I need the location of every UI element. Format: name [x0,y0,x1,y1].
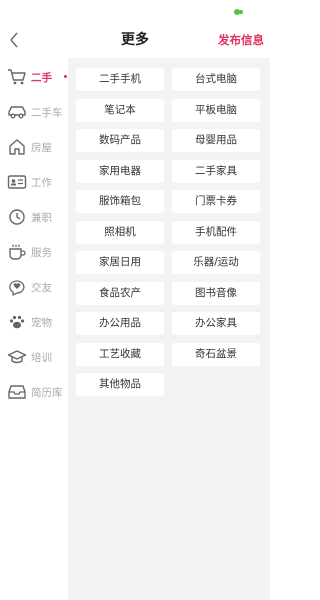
sidebar-item-pet[interactable]: 宠物 [0,304,68,340]
sidebar-item-label: 房屋 [31,141,52,154]
category-item[interactable]: 乐器/运动 [172,251,260,274]
sidebar-item-label: 工作 [31,176,52,189]
header: 更多 发布信息 [0,22,270,58]
category-item[interactable]: 二手手机 [76,68,164,91]
inbox-icon [7,382,27,402]
graduation-cap-icon [7,347,27,367]
sidebar-item-label: 兼职 [31,211,52,224]
cup-icon [7,242,27,262]
category-item[interactable]: 办公用品 [76,312,164,335]
category-item[interactable]: 奇石盆景 [172,342,260,366]
sidebar-item-label: 交友 [31,281,52,294]
sidebar-item-used[interactable]: 二手 [0,59,68,95]
category-item[interactable]: 其他物品 [76,373,164,396]
category-item[interactable]: 办公家具 [172,312,260,335]
category-item[interactable]: 照相机 [76,220,164,244]
category-grid: 二手手机 台式电脑 笔记本 平板电脑 数码产品 母婴用品 家用电器 二手家具 服… [76,68,262,396]
heart-chat-icon [7,277,27,297]
category-item[interactable]: 图书音像 [172,281,260,305]
category-item[interactable]: 二手家具 [172,159,260,183]
sidebar-item-used-car[interactable]: 二手车 [0,94,68,130]
category-item[interactable]: 食品农产 [76,281,164,305]
status-bar [0,0,270,22]
category-item[interactable]: 家居日用 [76,251,164,274]
sidebar-item-label: 二手车 [31,106,63,119]
category-item[interactable]: 母婴用品 [172,129,260,152]
paw-icon [7,312,27,332]
sidebar: 二手 二手车 房屋 工作 兼职 服务 交友 宠物 培训 简历库 [0,58,68,600]
sidebar-item-label: 培训 [31,351,52,364]
sidebar-item-job[interactable]: 工作 [0,164,68,200]
house-icon [7,137,27,157]
sidebar-item-label: 简历库 [31,386,63,399]
car-icon [7,102,27,122]
category-panel: 二手手机 台式电脑 笔记本 平板电脑 数码产品 母婴用品 家用电器 二手家具 服… [68,58,270,600]
sidebar-item-label: 二手 [31,71,52,84]
category-item[interactable]: 台式电脑 [172,68,260,91]
category-item[interactable]: 工艺收藏 [76,342,164,366]
sidebar-item-house[interactable]: 房屋 [0,129,68,165]
category-item[interactable]: 服饰箱包 [76,190,164,213]
category-item[interactable]: 手机配件 [172,220,260,244]
sidebar-item-training[interactable]: 培训 [0,339,68,375]
category-item[interactable]: 门票卡券 [172,190,260,213]
category-item[interactable]: 平板电脑 [172,98,260,122]
sidebar-item-label: 宠物 [31,316,52,329]
sidebar-item-label: 服务 [31,246,52,259]
active-indicator [64,75,67,78]
clock-icon [7,207,27,227]
id-card-icon [7,172,27,192]
publish-button[interactable]: 发布信息 [218,22,264,58]
cart-icon [7,67,27,87]
category-item[interactable]: 家用电器 [76,159,164,183]
category-item[interactable]: 数码产品 [76,129,164,152]
sidebar-item-dating[interactable]: 交友 [0,269,68,305]
sidebar-item-parttime[interactable]: 兼职 [0,199,68,235]
status-indicator-icon [239,10,243,14]
sidebar-item-resume[interactable]: 简历库 [0,374,68,410]
sidebar-item-service[interactable]: 服务 [0,234,68,270]
category-item[interactable]: 笔记本 [76,98,164,122]
